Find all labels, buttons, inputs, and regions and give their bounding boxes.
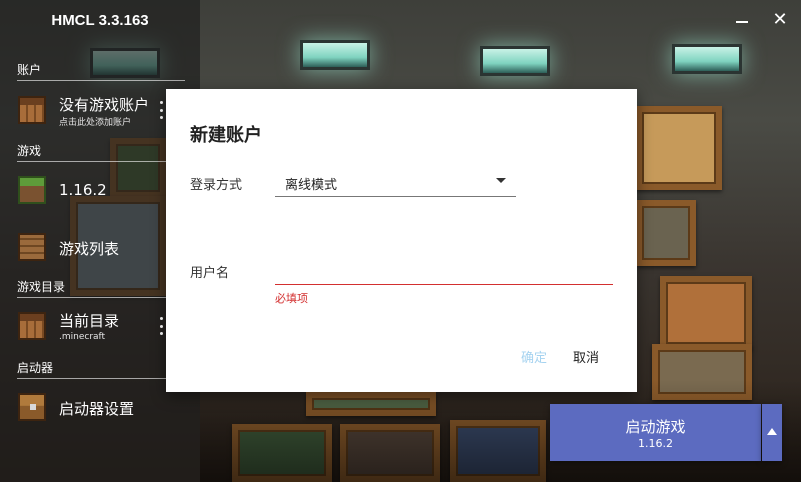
painting-frame xyxy=(660,276,752,350)
bookshelf-icon xyxy=(18,233,46,261)
more-vert-icon[interactable] xyxy=(158,101,164,119)
sidebar-item-label: 启动器设置 xyxy=(59,400,135,418)
chest-icon xyxy=(18,393,46,421)
close-button[interactable]: ✕ xyxy=(770,10,790,30)
sidebar-item-label: 游戏列表 xyxy=(59,240,120,258)
sidebar-item-label: 1.16.2 xyxy=(59,181,107,199)
section-header-game: 游戏 xyxy=(17,142,185,162)
sidebar-item-sub: 点击此处添加账户 xyxy=(59,118,132,128)
section-header-launcher: 启动器 xyxy=(17,359,185,379)
launch-label: 启动游戏 xyxy=(625,418,686,436)
expand-up-icon xyxy=(767,428,777,435)
username-error: 必填项 xyxy=(275,292,308,305)
launch-menu-button[interactable] xyxy=(762,404,782,461)
lamp-decoration xyxy=(300,40,370,70)
login-method-value: 离线模式 xyxy=(285,178,338,193)
sidebar-item-sub: .minecraft xyxy=(59,332,106,342)
launch-game-button[interactable]: 启动游戏 1.16.2 xyxy=(550,404,761,461)
painting-frame xyxy=(636,106,722,190)
lamp-decoration xyxy=(480,46,550,76)
minimize-icon xyxy=(736,21,748,23)
painting-frame xyxy=(636,200,696,266)
section-header-account: 账户 xyxy=(17,61,185,81)
lamp-decoration xyxy=(672,44,742,74)
minimize-button[interactable] xyxy=(732,10,752,30)
section-header-game-dir: 游戏目录 xyxy=(17,278,185,298)
app-title: HMCL 3.3.163 xyxy=(51,12,149,29)
dialog-title: 新建账户 xyxy=(190,125,262,146)
sidebar-item-label: 没有游戏账户 xyxy=(59,96,150,114)
dropdown-arrow-icon xyxy=(496,178,506,183)
login-method-select[interactable]: 离线模式 xyxy=(275,167,516,197)
login-method-label: 登录方式 xyxy=(190,178,243,193)
sidebar-item-label: 当前目录 xyxy=(59,312,120,330)
launch-version: 1.16.2 xyxy=(638,437,673,450)
crafting-table-icon xyxy=(18,96,46,124)
crafting-table-icon xyxy=(18,312,46,340)
more-vert-icon[interactable] xyxy=(158,317,164,335)
confirm-button[interactable]: 确定 xyxy=(521,347,547,366)
username-input[interactable] xyxy=(275,259,613,285)
new-account-dialog: 新建账户 登录方式 离线模式 用户名 必填项 确定 取消 xyxy=(166,89,637,392)
close-icon: ✕ xyxy=(772,9,788,30)
grass-block-icon xyxy=(18,176,46,204)
username-label: 用户名 xyxy=(190,266,230,281)
cancel-button[interactable]: 取消 xyxy=(573,347,599,366)
